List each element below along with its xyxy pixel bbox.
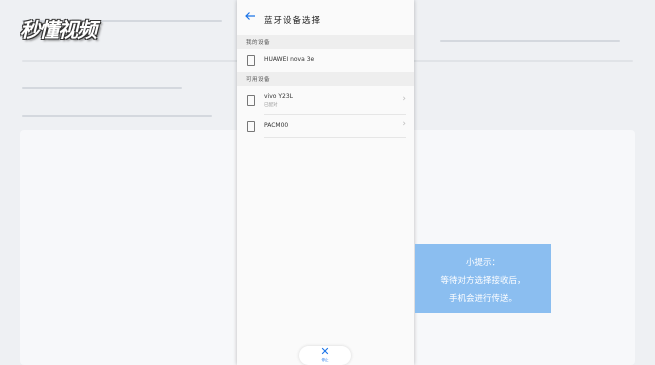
- chevron-right-icon: ›: [402, 119, 406, 129]
- close-icon: ✕: [320, 345, 330, 358]
- bg-line: [22, 87, 182, 89]
- chevron-right-icon: ›: [402, 94, 406, 104]
- device-item-pacm00[interactable]: PACM00 ›: [237, 115, 414, 137]
- stop-label: 停止: [321, 358, 329, 362]
- phone-icon: [247, 121, 255, 132]
- tip-text-line: 手机会进行传送。: [448, 294, 517, 304]
- device-item-huawei[interactable]: HUAWEI nova 3e: [237, 49, 414, 70]
- arrow-left-icon[interactable]: [244, 11, 256, 21]
- device-name: HUAWEI nova 3e: [264, 56, 315, 63]
- device-name: vivo Y23L: [264, 93, 293, 100]
- phone-icon: [247, 55, 255, 66]
- page-title: 蓝牙设备选择: [264, 16, 322, 26]
- section-label: 可用设备: [246, 77, 271, 83]
- tip-title: 小提示：: [465, 258, 500, 268]
- tip-text-line: 等待对方选择接收后，: [440, 276, 526, 286]
- section-available-devices: 可用设备: [237, 72, 414, 86]
- section-my-devices: 我的设备: [237, 35, 414, 49]
- bg-line: [440, 40, 620, 42]
- device-item-vivo[interactable]: vivo Y23L 已配对 ›: [237, 86, 414, 114]
- tip-box: 小提示： 等待对方选择接收后， 手机会进行传送。: [415, 244, 551, 313]
- divider: [264, 137, 406, 138]
- phone-icon: [247, 95, 255, 106]
- section-label: 我的设备: [246, 40, 271, 46]
- device-status: 已配对: [264, 103, 278, 108]
- phone-screen: 蓝牙设备选择 我的设备 HUAWEI nova 3e 可用设备 vivo Y23…: [237, 0, 414, 365]
- app-header: 蓝牙设备选择: [237, 0, 414, 32]
- watermark-logo: 秒懂视频: [20, 18, 97, 42]
- bg-line: [22, 115, 212, 117]
- device-name: PACM00: [264, 122, 289, 129]
- stop-button[interactable]: ✕ 停止: [299, 345, 351, 365]
